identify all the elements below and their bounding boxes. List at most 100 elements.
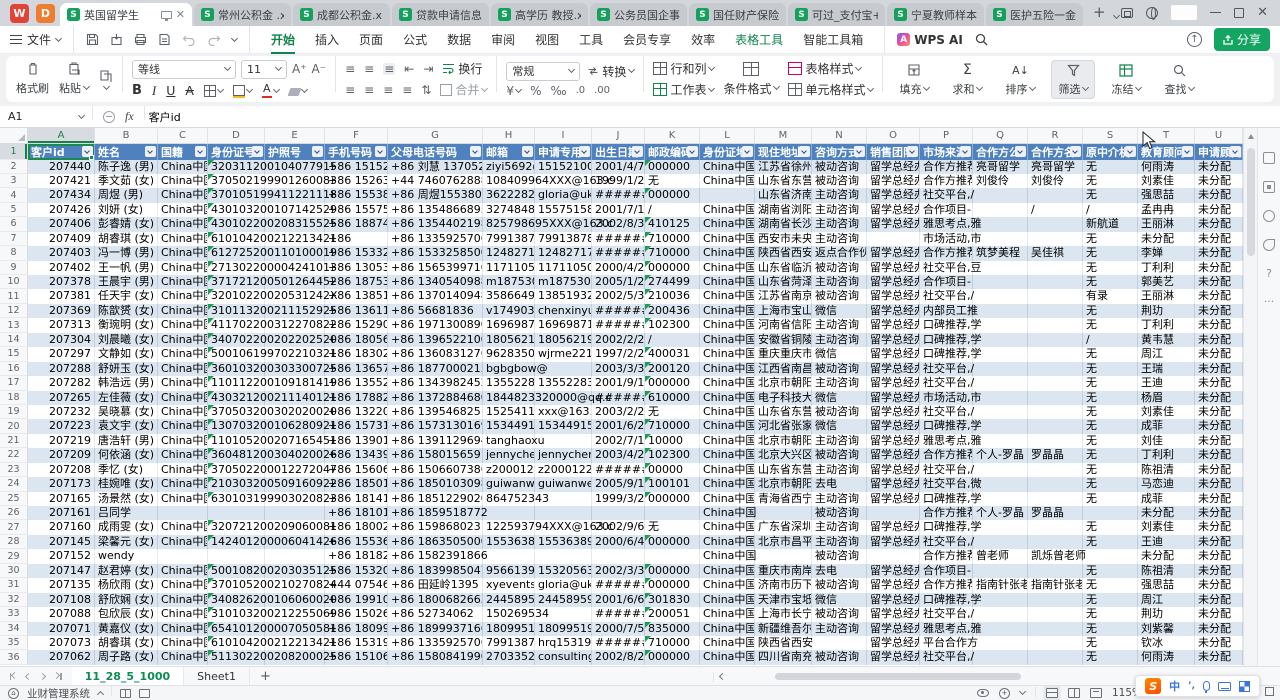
cell-M31[interactable]: 济南市历下 xyxy=(755,578,812,592)
cell-M22[interactable]: 北京大兴区 xyxy=(755,448,812,462)
file-tab[interactable]: S成都公积金.xlsx xyxy=(293,3,390,26)
cell-T5[interactable]: 孟冉冉 xyxy=(1138,203,1195,217)
cell-D5[interactable]: 430103200107142529 xyxy=(208,203,265,217)
cell-J35[interactable]: ######## xyxy=(592,636,645,650)
row-header-29[interactable]: 29 xyxy=(0,549,28,563)
header-cell-Q[interactable]: 合作方公 xyxy=(973,144,1028,160)
cell-S12[interactable]: 无 xyxy=(1083,304,1138,318)
cell-U12[interactable]: 未分配 xyxy=(1195,304,1243,318)
cell-M10[interactable]: 山东省菏泽 xyxy=(755,275,812,289)
cell-U27[interactable]: 未分配 xyxy=(1195,520,1243,534)
row-header-36[interactable]: 36 xyxy=(0,650,28,664)
cell-M15[interactable]: 重庆重庆市 xyxy=(755,347,812,361)
freeze-button[interactable]: 冻结 xyxy=(1104,60,1148,99)
cell-J36[interactable]: 2002/8/20 xyxy=(592,650,645,664)
export-icon[interactable] xyxy=(110,33,123,46)
cell-G8[interactable]: +86 1533258500 xyxy=(388,246,483,260)
cell-C12[interactable]: China中国 xyxy=(158,304,208,318)
cell-R2[interactable]: 亮哥留学 xyxy=(1028,160,1083,174)
cell-A25[interactable]: 207165 xyxy=(28,492,95,506)
cell-K31[interactable]: 000000 xyxy=(645,578,700,592)
cell-O14[interactable]: 留学总经办 xyxy=(867,333,920,347)
header-cell-N[interactable]: 咨询方式 xyxy=(812,144,867,160)
cell-P16[interactable]: 社交平台,/ xyxy=(920,362,973,376)
cell-R18[interactable] xyxy=(1028,391,1083,405)
cell-S32[interactable]: 无 xyxy=(1083,593,1138,607)
font-size-select[interactable]: 11 xyxy=(241,60,287,79)
cell-Q5[interactable] xyxy=(973,203,1028,217)
cell-N9[interactable]: 被动咨询 xyxy=(812,261,867,275)
cell-J24[interactable]: 2005/9/16 xyxy=(592,477,645,491)
cell-T11[interactable]: 王丽淋 xyxy=(1138,289,1195,303)
cell-B15[interactable]: 文静如 (女) xyxy=(95,347,158,361)
cell-C23[interactable]: China中国 xyxy=(158,463,208,477)
cell-H2[interactable]: ziyi5692@ xyxy=(483,160,535,174)
cell-P23[interactable]: 社交平台,/ xyxy=(920,463,973,477)
cell-U3[interactable]: 未分配 xyxy=(1195,174,1243,188)
cell-A9[interactable]: 207402 xyxy=(28,261,95,275)
wps-logo-icon[interactable]: W xyxy=(10,4,29,23)
cell-H25[interactable]: 864752343 xyxy=(483,492,535,506)
cell-U36[interactable]: 未分配 xyxy=(1195,650,1243,664)
cell-R35[interactable] xyxy=(1028,636,1083,650)
accessibility-icon[interactable]: + xyxy=(999,688,1010,699)
cell-M13[interactable]: 河南省信阳 xyxy=(755,318,812,332)
cell-B3[interactable]: 季文茹 (女) xyxy=(95,174,158,188)
cell-N13[interactable]: 主动咨询 xyxy=(812,318,867,332)
row-header-28[interactable]: 28 xyxy=(0,535,28,549)
cell-A3[interactable]: 207421 xyxy=(28,174,95,188)
cell-B33[interactable]: 包欣辰 (女) xyxy=(95,607,158,621)
cell-L15[interactable]: China中国 xyxy=(700,347,755,361)
cell-D3[interactable]: 370502199901260083 xyxy=(208,174,265,188)
cell-I2[interactable]: 151521001 xyxy=(535,160,592,174)
header-cell-L[interactable]: 身份证地 xyxy=(700,144,755,160)
close-icon[interactable]: ✕ xyxy=(1257,6,1268,19)
row-header-16[interactable]: 16 xyxy=(0,362,28,376)
cell-S8[interactable]: 无 xyxy=(1083,246,1138,260)
column-header-G[interactable]: G xyxy=(388,128,483,143)
cell-C31[interactable]: China中国 xyxy=(158,578,208,592)
row-header-33[interactable]: 33 xyxy=(0,607,28,621)
cell-D32[interactable]: 340826200106060020 xyxy=(208,593,265,607)
cell-I9[interactable]: 117110505 xyxy=(535,261,592,275)
copy-button[interactable] xyxy=(99,69,113,89)
cell-T14[interactable]: 黄韦慧 xyxy=(1138,333,1195,347)
cell-B12[interactable]: 陈歆赟 (女) xyxy=(95,304,158,318)
cell-B29[interactable]: wendy xyxy=(95,549,158,563)
header-cell-U[interactable]: 申请顾问 xyxy=(1195,144,1243,160)
menu-tab-会员专享[interactable]: 会员专享 xyxy=(614,27,680,52)
filter-dropdown-button[interactable] xyxy=(960,146,971,157)
filter-dropdown-button[interactable] xyxy=(375,146,386,157)
cell-F29[interactable]: +86 18182281 xyxy=(325,549,388,563)
percent-format-button[interactable]: % xyxy=(530,85,541,97)
vertical-scrollbar[interactable] xyxy=(1243,128,1257,666)
row-header-32[interactable]: 32 xyxy=(0,593,28,607)
cell-M33[interactable]: 上海市长宁 xyxy=(755,607,812,621)
cell-I4[interactable]: gloria@uk xyxy=(535,188,592,202)
row-header-8[interactable]: 8 xyxy=(0,246,28,260)
table-style-button[interactable]: 表格样式 xyxy=(788,60,873,77)
cell-G21[interactable]: +86 1391129694 xyxy=(388,434,483,448)
header-cell-B[interactable]: 姓名 xyxy=(95,144,158,160)
cell-U4[interactable]: 未分配 xyxy=(1195,188,1243,202)
cell-H29[interactable] xyxy=(483,549,535,563)
worksheet-button[interactable]: 工作表 xyxy=(653,81,714,98)
cell-Q11[interactable] xyxy=(973,289,1028,303)
cell-U28[interactable]: 未分配 xyxy=(1195,535,1243,549)
cell-G11[interactable]: +86 1370140948 xyxy=(388,289,483,303)
cell-R17[interactable] xyxy=(1028,376,1083,390)
cell-U18[interactable]: 未分配 xyxy=(1195,391,1243,405)
cell-U22[interactable]: 未分配 xyxy=(1195,448,1243,462)
cell-U23[interactable]: 未分配 xyxy=(1195,463,1243,477)
cell-A29[interactable]: 207152 xyxy=(28,549,95,563)
cell-T36[interactable]: 何雨涛 xyxy=(1138,650,1195,664)
cell-M28[interactable]: 北京市昌平 xyxy=(755,535,812,549)
file-tab[interactable]: S医护五险一金.xlsx xyxy=(986,3,1083,26)
cell-C6[interactable]: China中国 xyxy=(158,217,208,231)
cell-L5[interactable]: China中国 xyxy=(700,203,755,217)
cell-D26[interactable] xyxy=(208,506,265,520)
help-icon[interactable]: ? xyxy=(1266,268,1272,279)
column-header-H[interactable]: H xyxy=(483,128,535,143)
cell-B6[interactable]: 彭睿婧 (女) xyxy=(95,217,158,231)
cell-R24[interactable] xyxy=(1028,477,1083,491)
